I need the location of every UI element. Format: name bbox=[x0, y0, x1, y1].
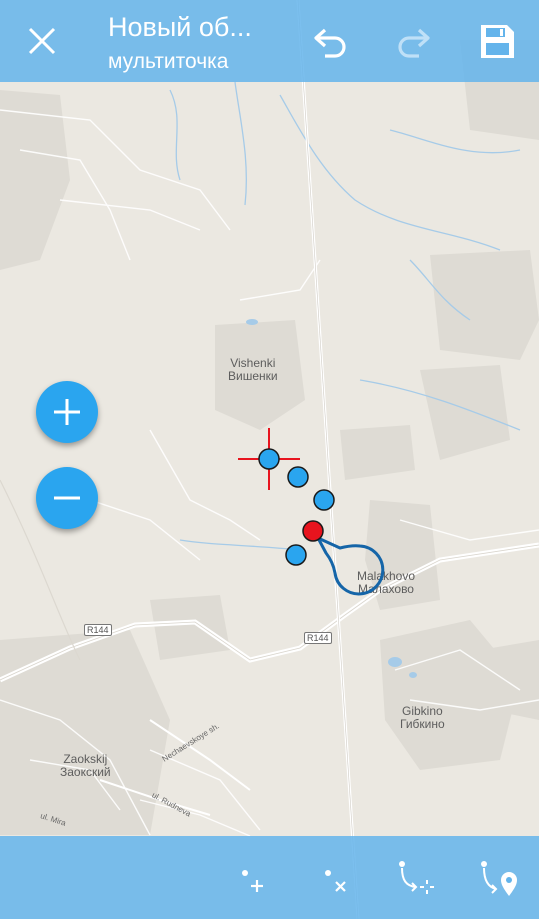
delete-point-icon bbox=[325, 870, 346, 892]
add-point-location-icon bbox=[481, 861, 517, 896]
delete-point-button[interactable] bbox=[313, 854, 363, 904]
road-shield: R144 bbox=[304, 632, 332, 644]
save-button[interactable] bbox=[472, 16, 522, 66]
add-point-button[interactable] bbox=[230, 854, 280, 904]
place-label-cyrillic: Малахово bbox=[358, 582, 414, 596]
map-view[interactable] bbox=[0, 0, 539, 919]
page-title: Новый об... bbox=[108, 12, 252, 42]
place-label-zaokskij: Zaokskij Заокский bbox=[60, 753, 111, 779]
plus-icon bbox=[54, 399, 80, 425]
place-label-gibkino: Gibkino Гибкино bbox=[400, 705, 445, 731]
close-icon bbox=[28, 27, 56, 55]
undo-icon bbox=[314, 28, 346, 58]
redo-icon bbox=[398, 28, 430, 58]
close-button[interactable] bbox=[17, 16, 67, 66]
bottom-toolbar bbox=[0, 836, 539, 919]
add-point-location-button[interactable] bbox=[476, 854, 526, 904]
save-icon bbox=[481, 25, 514, 58]
undo-button[interactable] bbox=[305, 16, 355, 66]
zoom-in-button[interactable] bbox=[36, 381, 98, 443]
minus-icon bbox=[54, 496, 80, 500]
add-point-center-button[interactable] bbox=[394, 854, 444, 904]
zoom-out-button[interactable] bbox=[36, 467, 98, 529]
redo-button[interactable] bbox=[389, 16, 439, 66]
place-label-vishenki: Vishenki Вишенки bbox=[228, 357, 278, 383]
add-point-icon bbox=[242, 870, 263, 892]
page-subtitle: мультиточка bbox=[108, 50, 229, 73]
road-shield: R144 bbox=[84, 624, 112, 636]
add-point-center-icon bbox=[399, 861, 434, 894]
top-app-bar: Новый об... мультиточка bbox=[0, 0, 539, 82]
place-label-cyrillic: Вишенки bbox=[228, 369, 278, 383]
place-label-malakhovo: Malakhovo Малахово bbox=[357, 570, 415, 596]
place-label-cyrillic: Заокский bbox=[60, 765, 111, 779]
place-label-cyrillic: Гибкино bbox=[400, 717, 445, 731]
